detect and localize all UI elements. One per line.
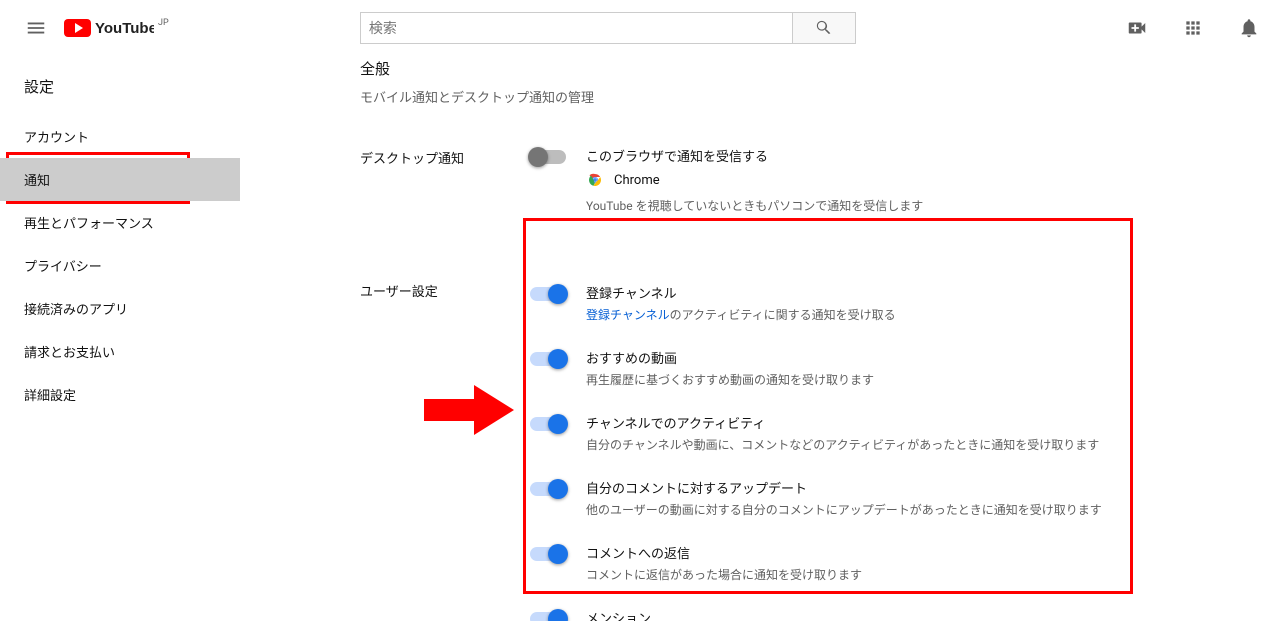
toggle-subscriptions[interactable]: [530, 287, 566, 301]
sidebar-item-advanced[interactable]: 詳細設定: [0, 373, 240, 416]
setting-title: 登録チャンネル: [586, 283, 1261, 302]
container: 設定 アカウント 通知 再生とパフォーマンス プライバシー 接続済みのアプリ 請…: [0, 56, 1285, 621]
menu-button[interactable]: [16, 8, 56, 48]
setting-mentions: メンション 他のユーザーが自分のチャンネルをメンションしたときに通知を受け取りま…: [530, 608, 1261, 621]
sidebar-item-connected-apps[interactable]: 接続済みのアプリ: [0, 287, 240, 330]
toggle-channel-activity[interactable]: [530, 417, 566, 431]
setting-desc: YouTube を視聴していないときもパソコンで通知を受信します: [586, 197, 1261, 215]
hamburger-icon: [25, 17, 47, 39]
notifications-button[interactable]: [1229, 8, 1269, 48]
sidebar: 設定 アカウント 通知 再生とパフォーマンス プライバシー 接続済みのアプリ 請…: [0, 56, 240, 621]
setting-title: 自分のコメントに対するアップデート: [586, 478, 1261, 497]
apps-button[interactable]: [1173, 8, 1213, 48]
header: YouTube JP: [0, 0, 1285, 56]
section-label-user: ユーザー設定: [360, 279, 530, 621]
toggle-mentions[interactable]: [530, 612, 566, 621]
youtube-logo[interactable]: YouTube JP: [64, 16, 169, 40]
search-box: [360, 12, 856, 44]
toggle-desktop-browser[interactable]: [530, 150, 566, 164]
desktop-notifications-section: デスクトップ通知 このブラウザで通知を受信する Chrome YouTube を…: [360, 146, 1261, 239]
sidebar-item-notifications[interactable]: 通知: [0, 158, 240, 201]
setting-title: チャンネルでのアクティビティ: [586, 413, 1261, 432]
setting-subscriptions: 登録チャンネル 登録チャンネルのアクティビティに関する通知を受け取る: [530, 283, 1261, 324]
sidebar-item-playback[interactable]: 再生とパフォーマンス: [0, 201, 240, 244]
bell-icon: [1238, 17, 1260, 39]
region-code: JP: [158, 18, 169, 28]
setting-title: おすすめの動画: [586, 348, 1261, 367]
setting-comment-replies: コメントへの返信 コメントに返信があった場合に通知を受け取ります: [530, 543, 1261, 584]
page-heading: 全般: [360, 58, 1261, 79]
header-right: [1117, 8, 1269, 48]
main: 全般 モバイル通知とデスクトップ通知の管理 デスクトップ通知 このブラウザで通知…: [240, 56, 1285, 621]
page-subheading: モバイル通知とデスクトップ通知の管理: [360, 87, 1261, 106]
setting-recommended: おすすめの動画 再生履歴に基づくおすすめ動画の通知を受け取ります: [530, 348, 1261, 389]
video-plus-icon: [1126, 17, 1148, 39]
toggle-comment-updates[interactable]: [530, 482, 566, 496]
header-center: [169, 12, 1117, 44]
chrome-icon: [586, 171, 604, 189]
setting-desc: 自分のチャンネルや動画に、コメントなどのアクティビティがあったときに通知を受け取…: [586, 436, 1261, 454]
search-input[interactable]: [360, 12, 792, 44]
toggle-recommended[interactable]: [530, 352, 566, 366]
browser-name: Chrome: [614, 173, 660, 188]
setting-title: メンション: [586, 608, 1261, 621]
setting-desc: 他のユーザーの動画に対する自分のコメントにアップデートがあったときに通知を受け取…: [586, 501, 1261, 519]
setting-title: コメントへの返信: [586, 543, 1261, 562]
setting-desc: コメントに返信があった場合に通知を受け取ります: [586, 566, 1261, 584]
setting-desc: 登録チャンネルのアクティビティに関する通知を受け取る: [586, 306, 1261, 324]
sidebar-item-billing[interactable]: 請求とお支払い: [0, 330, 240, 373]
setting-desktop-browser: このブラウザで通知を受信する Chrome YouTube を視聴していないとき…: [530, 146, 1261, 215]
apps-icon: [1183, 18, 1203, 38]
user-settings-section: ユーザー設定 登録チャンネル 登録チャンネルのアクティビティに関する通知を受け取…: [360, 279, 1261, 621]
setting-title: このブラウザで通知を受信する: [586, 146, 1261, 165]
toggle-comment-replies[interactable]: [530, 547, 566, 561]
setting-comment-updates: 自分のコメントに対するアップデート 他のユーザーの動画に対する自分のコメントにア…: [530, 478, 1261, 519]
subscriptions-link[interactable]: 登録チャンネル: [586, 308, 670, 322]
setting-desc: 再生履歴に基づくおすすめ動画の通知を受け取ります: [586, 371, 1261, 389]
sidebar-item-privacy[interactable]: プライバシー: [0, 244, 240, 287]
browser-row: Chrome: [586, 171, 1261, 189]
svg-text:YouTube: YouTube: [95, 20, 154, 37]
setting-channel-activity: チャンネルでのアクティビティ 自分のチャンネルや動画に、コメントなどのアクティビ…: [530, 413, 1261, 454]
search-icon: [815, 19, 833, 37]
sidebar-title: 設定: [0, 66, 240, 107]
create-button[interactable]: [1117, 8, 1157, 48]
search-button[interactable]: [792, 12, 856, 44]
section-label-desktop: デスクトップ通知: [360, 146, 530, 239]
sidebar-item-account[interactable]: アカウント: [0, 115, 240, 158]
